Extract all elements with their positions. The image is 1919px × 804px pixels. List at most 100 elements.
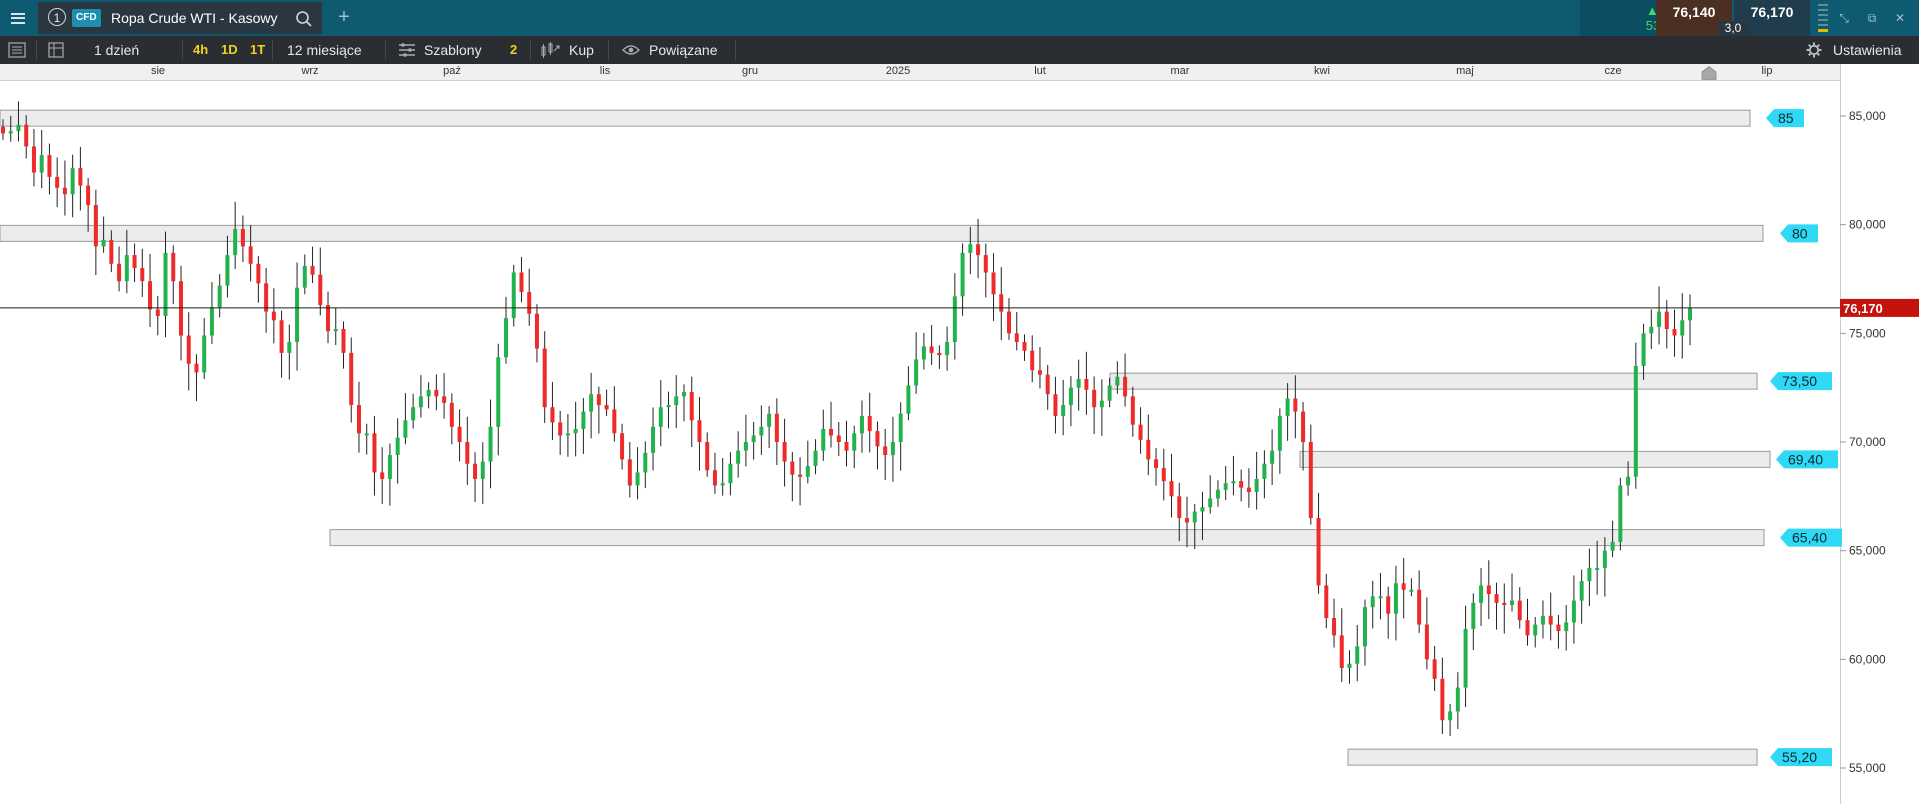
candle-body[interactable] [1455,687,1460,712]
candle-body[interactable] [589,394,594,412]
candle-body[interactable] [1037,370,1042,375]
candle-body[interactable] [883,446,888,456]
candle-body[interactable] [109,239,114,264]
candle-body[interactable] [952,296,957,343]
candle-body[interactable] [1246,487,1251,492]
candle-body[interactable] [70,168,75,195]
candle-body[interactable] [1448,711,1453,721]
candle-body[interactable] [1540,615,1545,625]
candle-body[interactable] [1215,489,1220,499]
candle-body[interactable] [140,268,145,282]
candle-body[interactable] [31,146,36,173]
candle-body[interactable] [573,428,578,434]
candle-body[interactable] [1610,541,1615,551]
candle-body[interactable] [248,246,253,264]
candle-body[interactable] [1649,326,1654,334]
candle-body[interactable] [1386,596,1391,614]
candle-body[interactable] [689,392,694,421]
candle-body[interactable] [1393,583,1398,614]
candle-body[interactable] [1177,496,1182,519]
candle-body[interactable] [859,415,864,434]
candle-body[interactable] [1471,602,1476,629]
candle-body[interactable] [1285,398,1290,416]
candle-body[interactable] [604,405,609,410]
candle-body[interactable] [1633,365,1638,477]
candle-body[interactable] [1362,607,1367,647]
candle-body[interactable] [442,396,447,403]
candle-body[interactable] [798,474,803,477]
candle-body[interactable] [1463,628,1468,688]
candle-body[interactable] [1138,424,1143,440]
candle-body[interactable] [1602,550,1607,569]
candle-body[interactable] [1184,518,1189,523]
candle-body[interactable] [93,205,98,247]
candle-body[interactable] [1007,311,1012,334]
candle-body[interactable] [496,357,501,427]
candle-body[interactable] [55,176,60,188]
candle-body[interactable] [426,389,431,397]
candle-body[interactable] [658,407,663,427]
candle-body[interactable] [712,470,717,486]
candle-body[interactable] [256,263,261,284]
instrument-tab[interactable]: 1 CFD Ropa Crude WTI - Kasowy [38,2,322,34]
candle-body[interactable] [1370,596,1375,608]
candle-body[interactable] [318,274,323,306]
quick-interval-4h[interactable]: 4h [193,36,208,64]
candle-body[interactable] [519,272,524,293]
candle-body[interactable] [209,307,214,336]
candle-body[interactable] [1146,439,1151,460]
candle-body[interactable] [612,409,617,434]
candle-body[interactable] [906,385,911,414]
candle-body[interactable] [821,428,826,451]
interval-dropdown[interactable]: 1 dzień [94,36,139,64]
candle-body[interactable] [233,229,238,256]
candle-body[interactable] [1525,620,1530,636]
candle-body[interactable] [1270,450,1275,464]
gear-icon[interactable] [1806,42,1822,58]
candle-body[interactable] [1045,374,1050,395]
candle-body[interactable] [1308,442,1313,519]
candle-body[interactable] [101,239,106,247]
add-tab-button[interactable]: + [332,6,356,30]
candle-body[interactable] [124,255,129,282]
candle-body[interactable] [1115,376,1120,386]
candle-body[interactable] [356,405,361,434]
candle-body[interactable] [1355,646,1360,664]
candle-body[interactable] [542,348,547,408]
candle-body[interactable] [39,155,44,173]
candle-body[interactable] [403,420,408,438]
candle-body[interactable] [418,396,423,408]
candle-body[interactable] [1154,459,1159,469]
candle-body[interactable] [565,433,570,436]
candle-body[interactable] [836,435,841,442]
candle-body[interactable] [736,450,741,464]
candle-body[interactable] [767,413,772,427]
candle-body[interactable] [643,452,648,473]
candle-body[interactable] [511,272,516,319]
candle-body[interactable] [1672,328,1677,336]
candle-body[interactable] [1664,311,1669,329]
candle-body[interactable] [945,342,950,356]
layout-icon[interactable] [48,42,64,58]
quick-interval-1d[interactable]: 1D [221,36,238,64]
candle-body[interactable] [1262,463,1267,479]
candle-body[interactable] [387,455,392,479]
candle-body[interactable] [1680,320,1685,336]
candle-body[interactable] [875,431,880,447]
candle-body[interactable] [620,433,625,460]
close-icon[interactable]: ✕ [1890,8,1910,28]
level-band[interactable] [0,109,1751,127]
candle-body[interactable] [163,252,168,316]
candle-body[interactable] [132,255,137,269]
candle-body[interactable] [1401,583,1406,590]
level-band[interactable] [1109,372,1758,390]
candle-body[interactable] [790,461,795,475]
candle-body[interactable] [651,426,656,453]
candle-body[interactable] [349,352,354,406]
candle-body[interactable] [225,255,230,286]
candle-body[interactable] [1030,350,1035,371]
candle-body[interactable] [240,229,245,247]
level-band[interactable] [1299,450,1771,468]
candle-body[interactable] [194,363,199,373]
popout-icon[interactable]: ⧉ [1862,8,1882,28]
